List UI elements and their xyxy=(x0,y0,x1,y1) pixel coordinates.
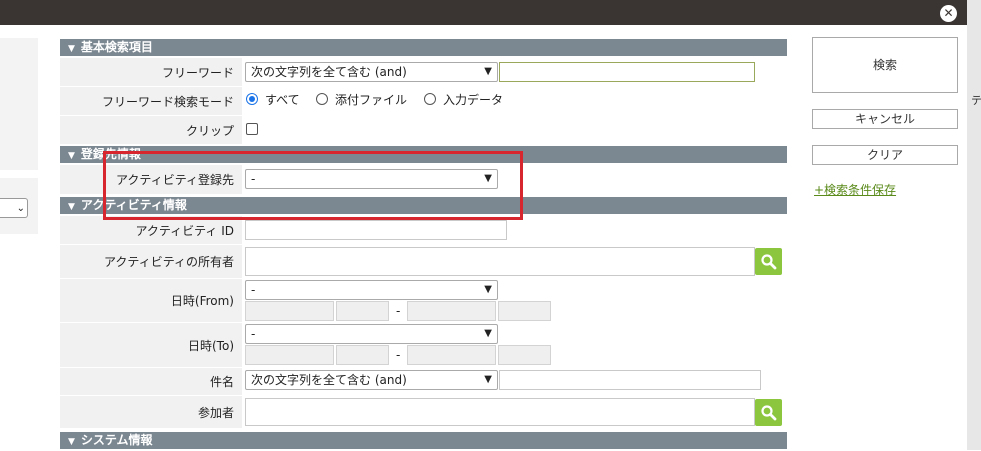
date-from-separator: - xyxy=(396,304,401,318)
left-background-panel xyxy=(0,38,38,170)
date-to-value: - xyxy=(251,327,256,341)
freeword-mode-label: フリーワード検索モード xyxy=(60,87,242,115)
radio-mode-input-data-label: 入力データ xyxy=(443,93,504,107)
date-to-select[interactable]: - ▼ xyxy=(245,324,498,344)
chevron-down-icon: ▼ xyxy=(68,202,75,212)
right-edge-panel: テ xyxy=(967,0,981,450)
search-button[interactable]: 検索 xyxy=(812,37,958,93)
clip-label: クリップ xyxy=(60,116,242,144)
section-system-header[interactable]: ▼ システム情報 xyxy=(60,432,787,449)
row-date-from: 日時(From) - ▼ - xyxy=(60,279,787,322)
subject-input[interactable] xyxy=(499,370,761,390)
chevron-down-icon: ▼ xyxy=(484,284,492,295)
top-bar: ✕ xyxy=(0,0,967,25)
subject-label: 件名 xyxy=(60,368,242,395)
cancel-button[interactable]: キャンセル xyxy=(812,109,958,129)
row-freeword-mode: フリーワード検索モード すべて 添付ファイル 入力データ xyxy=(60,87,787,115)
date-to-label: 日時(To) xyxy=(60,323,242,367)
clip-checkbox[interactable] xyxy=(246,123,258,135)
row-freeword: フリーワード 次の文字列を全て含む (and) ▼ xyxy=(60,58,787,86)
date-from-date-input[interactable] xyxy=(245,301,334,321)
freeword-label: フリーワード xyxy=(60,58,242,86)
radio-mode-attachment[interactable] xyxy=(316,93,328,105)
row-activity-id: アクティビティ ID xyxy=(60,216,787,244)
freeword-match-value: 次の文字列を全て含む (and) xyxy=(251,65,407,79)
section-system-title: システム情報 xyxy=(80,433,153,447)
date-to-end-time-input[interactable] xyxy=(498,345,551,365)
highlight-box xyxy=(103,151,523,220)
row-subject: 件名 次の文字列を全て含む (and) ▼ xyxy=(60,368,787,395)
chevron-down-icon: ▼ xyxy=(484,66,492,77)
section-basic-header[interactable]: ▼ 基本検索項目 xyxy=(60,39,787,56)
date-from-select[interactable]: - ▼ xyxy=(245,280,498,300)
row-participants: 参加者 xyxy=(60,396,787,428)
freeword-input[interactable] xyxy=(499,62,755,82)
chevron-down-icon: ▼ xyxy=(68,151,75,161)
row-date-to: 日時(To) - ▼ - xyxy=(60,323,787,367)
activity-owner-label: アクティビティの所有者 xyxy=(60,245,242,278)
date-to-end-date-input[interactable] xyxy=(407,345,496,365)
activity-id-input[interactable] xyxy=(245,220,507,240)
chevron-down-icon: ▼ xyxy=(484,328,492,339)
close-icon[interactable]: ✕ xyxy=(940,5,957,22)
left-dropdown[interactable]: ⌄ xyxy=(0,198,28,218)
participants-input[interactable] xyxy=(245,398,755,426)
chevron-down-icon: ▼ xyxy=(68,437,75,447)
radio-mode-all[interactable] xyxy=(246,93,258,105)
search-icon[interactable] xyxy=(755,248,782,275)
date-from-label: 日時(From) xyxy=(60,279,242,322)
clear-button[interactable]: クリア xyxy=(812,145,958,165)
date-from-end-date-input[interactable] xyxy=(407,301,496,321)
activity-owner-input[interactable] xyxy=(245,247,755,276)
save-search-conditions-link[interactable]: +検索条件保存 xyxy=(814,181,896,198)
section-basic-title: 基本検索項目 xyxy=(80,40,153,54)
radio-mode-all-label: すべて xyxy=(265,93,300,107)
radio-mode-attachment-label: 添付ファイル xyxy=(335,93,408,107)
radio-mode-input-data[interactable] xyxy=(424,93,436,105)
right-edge-fragment: テ xyxy=(971,94,981,107)
row-activity-owner: アクティビティの所有者 xyxy=(60,245,787,278)
row-clip: クリップ xyxy=(60,116,787,144)
subject-match-value: 次の文字列を全て含む (and) xyxy=(251,373,407,387)
date-from-value: - xyxy=(251,283,256,297)
subject-match-select[interactable]: 次の文字列を全て含む (and) ▼ xyxy=(245,370,498,390)
activity-id-label: アクティビティ ID xyxy=(60,216,242,244)
freeword-match-select[interactable]: 次の文字列を全て含む (and) ▼ xyxy=(245,62,498,82)
date-to-date-input[interactable] xyxy=(245,345,334,365)
date-from-time-input[interactable] xyxy=(336,301,389,321)
date-to-separator: - xyxy=(396,348,401,362)
chevron-down-icon: ▼ xyxy=(68,44,75,54)
date-from-end-time-input[interactable] xyxy=(498,301,551,321)
chevron-down-icon: ▼ xyxy=(484,374,492,385)
participants-label: 参加者 xyxy=(60,396,242,428)
search-icon[interactable] xyxy=(755,399,782,426)
date-to-time-input[interactable] xyxy=(336,345,389,365)
